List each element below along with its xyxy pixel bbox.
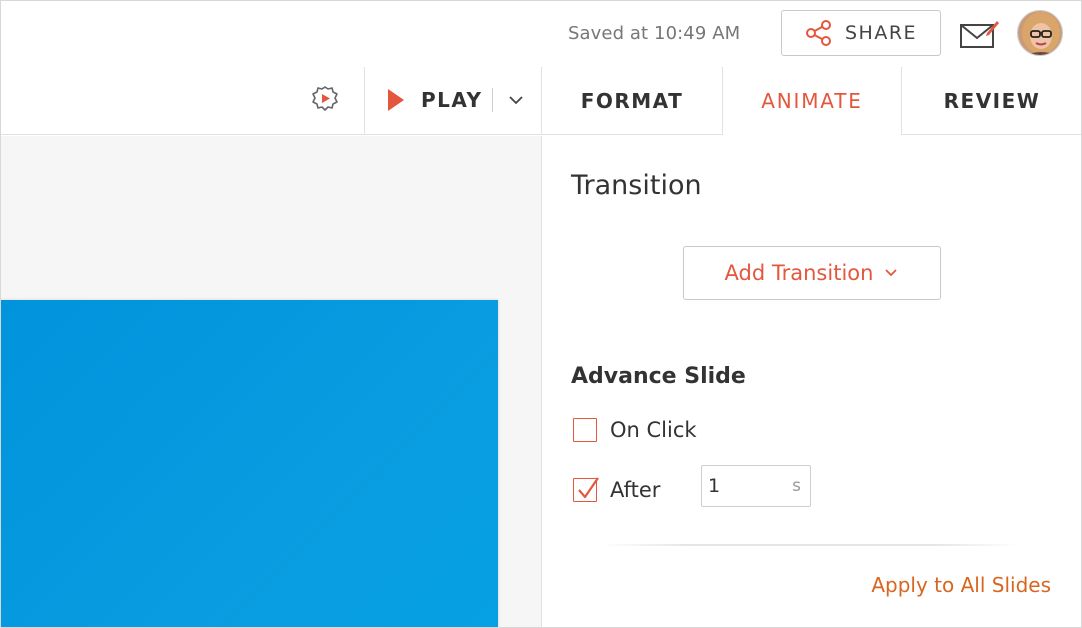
play-icon <box>388 89 404 111</box>
top-header: Saved at 10:49 AM SHARE <box>1 1 1081 67</box>
app-window: Saved at 10:49 AM SHARE PLAY FORMAT ANIM… <box>0 0 1082 628</box>
tab-review[interactable]: REVIEW <box>902 67 1081 135</box>
share-button[interactable]: SHARE <box>781 10 941 56</box>
apply-to-all-slides-link[interactable]: Apply to All Slides <box>871 573 1051 597</box>
add-transition-button[interactable]: Add Transition <box>683 246 941 300</box>
share-icon <box>805 20 831 46</box>
checkmark-icon <box>578 477 599 499</box>
after-option: After <box>573 475 660 505</box>
tab-format[interactable]: FORMAT <box>542 67 722 135</box>
chevron-down-icon <box>885 269 898 277</box>
after-seconds-input[interactable] <box>708 474 778 498</box>
advance-slide-title: Advance Slide <box>571 364 746 389</box>
after-seconds-field: s <box>701 465 811 507</box>
play-button[interactable]: PLAY <box>387 85 482 115</box>
on-click-option: On Click <box>573 415 697 445</box>
seconds-unit: s <box>792 476 801 496</box>
add-transition-label: Add Transition <box>724 261 874 285</box>
tab-animate[interactable]: ANIMATE <box>723 67 901 135</box>
after-checkbox[interactable] <box>573 477 599 502</box>
panel-separator <box>601 544 1021 546</box>
after-label: After <box>610 478 661 502</box>
settings-gear-icon[interactable] <box>309 83 341 115</box>
slide-canvas-area <box>1 136 541 627</box>
saved-status: Saved at 10:49 AM <box>568 23 741 44</box>
slide-preview[interactable] <box>1 300 498 627</box>
play-button-label: PLAY <box>421 88 483 112</box>
on-click-label: On Click <box>610 418 697 442</box>
main-toolbar: PLAY FORMAT ANIMATE REVIEW <box>1 67 1081 135</box>
animate-panel: Transition Add Transition Advance Slide … <box>542 136 1081 627</box>
on-click-checkbox[interactable] <box>573 418 597 442</box>
mail-icon[interactable] <box>959 18 999 50</box>
toolbar-divider <box>364 67 365 135</box>
play-split-divider <box>492 88 493 112</box>
panel-title: Transition <box>571 170 702 201</box>
avatar-image <box>1018 11 1062 55</box>
share-button-label: SHARE <box>844 22 918 44</box>
user-avatar[interactable] <box>1017 10 1063 56</box>
chevron-down-icon[interactable] <box>504 89 528 111</box>
